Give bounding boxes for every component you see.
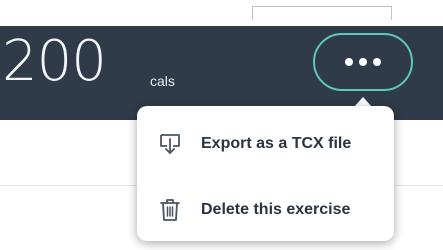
exercise-detail-screen: 200 cals Export as a TCX file Delete thi… [0,0,443,250]
trash-icon [157,197,183,223]
more-options-button[interactable] [313,33,413,91]
export-icon [157,131,183,157]
more-dot-icon [359,58,367,66]
top-strip-outline [252,6,392,20]
menu-item-delete-exercise[interactable]: Delete this exercise [137,184,394,236]
top-strip [0,0,443,26]
more-dot-icon [345,58,353,66]
menu-item-export-tcx[interactable]: Export as a TCX file [137,118,394,170]
menu-item-label: Delete this exercise [201,201,351,218]
menu-item-label: Export as a TCX file [201,135,352,152]
calories-unit: cals [150,73,175,89]
options-menu: Export as a TCX file Delete this exercis… [137,106,394,241]
calories-value: 200 [2,29,107,94]
more-dot-icon [373,58,381,66]
